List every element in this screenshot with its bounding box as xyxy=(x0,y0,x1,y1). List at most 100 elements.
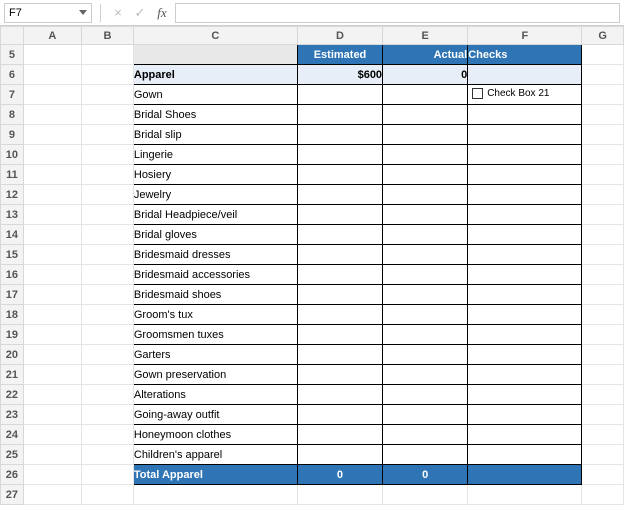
row-header[interactable]: 8 xyxy=(1,105,24,125)
cell[interactable] xyxy=(23,225,81,245)
cell[interactable] xyxy=(23,245,81,265)
cell[interactable] xyxy=(468,105,582,125)
row-header[interactable]: 15 xyxy=(1,245,24,265)
cell[interactable] xyxy=(383,205,468,225)
cell[interactable] xyxy=(81,185,133,205)
cell[interactable] xyxy=(468,185,582,205)
cell[interactable] xyxy=(297,405,382,425)
section-actual[interactable]: 0 xyxy=(383,65,468,85)
section-title[interactable]: Apparel xyxy=(133,65,297,85)
cell[interactable] xyxy=(383,265,468,285)
cell[interactable] xyxy=(383,85,468,105)
item-label[interactable]: Groomsmen tuxes xyxy=(133,325,297,345)
total-estimated[interactable]: 0 xyxy=(297,465,382,485)
item-label[interactable]: Going-away outfit xyxy=(133,405,297,425)
cell[interactable] xyxy=(383,485,468,505)
cell[interactable] xyxy=(468,325,582,345)
cell[interactable] xyxy=(81,425,133,445)
spreadsheet-grid[interactable]: A B C D E F G 5 Estimated Actual Checks … xyxy=(0,26,624,505)
cell[interactable] xyxy=(81,45,133,65)
cell[interactable] xyxy=(582,325,624,345)
cell[interactable] xyxy=(383,325,468,345)
cell[interactable] xyxy=(468,65,582,85)
cell[interactable] xyxy=(468,285,582,305)
section-estimated[interactable]: $600 xyxy=(297,65,382,85)
checks-cell[interactable]: Check Box 21 xyxy=(468,85,582,105)
cell[interactable] xyxy=(383,405,468,425)
cell[interactable] xyxy=(23,185,81,205)
cell[interactable] xyxy=(297,245,382,265)
cell[interactable] xyxy=(81,265,133,285)
cell[interactable] xyxy=(23,385,81,405)
cell[interactable] xyxy=(468,305,582,325)
cell[interactable] xyxy=(23,285,81,305)
cell[interactable] xyxy=(297,425,382,445)
row-header[interactable]: 21 xyxy=(1,365,24,385)
item-label[interactable]: Lingerie xyxy=(133,145,297,165)
select-all-corner[interactable] xyxy=(1,27,24,45)
cell[interactable] xyxy=(23,145,81,165)
header-estimated[interactable]: Estimated xyxy=(297,45,382,65)
cell[interactable] xyxy=(468,365,582,385)
row-header[interactable]: 9 xyxy=(1,125,24,145)
cell[interactable] xyxy=(582,345,624,365)
cell[interactable] xyxy=(582,205,624,225)
cell[interactable] xyxy=(23,165,81,185)
col-header[interactable]: G xyxy=(582,27,624,45)
cell[interactable] xyxy=(297,85,382,105)
cell[interactable] xyxy=(297,105,382,125)
cancel-icon[interactable]: × xyxy=(109,4,127,22)
item-label[interactable]: Bridesmaid accessories xyxy=(133,265,297,285)
row-header[interactable]: 16 xyxy=(1,265,24,285)
cell[interactable] xyxy=(23,345,81,365)
header-checks[interactable]: Checks xyxy=(468,45,582,65)
cell[interactable] xyxy=(23,305,81,325)
cell[interactable] xyxy=(23,105,81,125)
cell[interactable] xyxy=(383,245,468,265)
col-header[interactable]: A xyxy=(23,27,81,45)
cell[interactable] xyxy=(468,265,582,285)
cell[interactable] xyxy=(297,385,382,405)
cell[interactable] xyxy=(23,465,81,485)
cell[interactable] xyxy=(297,325,382,345)
cell[interactable] xyxy=(383,105,468,125)
row-header[interactable]: 6 xyxy=(1,65,24,85)
cell[interactable] xyxy=(468,445,582,465)
cell[interactable] xyxy=(468,405,582,425)
item-label[interactable]: Children's apparel xyxy=(133,445,297,465)
cell[interactable] xyxy=(582,425,624,445)
item-label[interactable]: Gown preservation xyxy=(133,365,297,385)
col-header[interactable]: C xyxy=(133,27,297,45)
row-header[interactable]: 20 xyxy=(1,345,24,365)
cell[interactable] xyxy=(582,305,624,325)
cell[interactable] xyxy=(582,65,624,85)
cell[interactable] xyxy=(468,225,582,245)
cell[interactable] xyxy=(23,205,81,225)
cell[interactable] xyxy=(582,85,624,105)
cell[interactable] xyxy=(297,285,382,305)
col-header[interactable]: B xyxy=(81,27,133,45)
row-header[interactable]: 25 xyxy=(1,445,24,465)
col-header[interactable]: F xyxy=(468,27,582,45)
row-header[interactable]: 7 xyxy=(1,85,24,105)
total-label[interactable]: Total Apparel xyxy=(133,465,297,485)
cell[interactable] xyxy=(23,425,81,445)
row-header[interactable]: 17 xyxy=(1,285,24,305)
cell[interactable] xyxy=(81,485,133,505)
cell[interactable] xyxy=(582,445,624,465)
cell[interactable] xyxy=(297,205,382,225)
cell[interactable] xyxy=(468,125,582,145)
cell[interactable] xyxy=(81,305,133,325)
row-header[interactable]: 14 xyxy=(1,225,24,245)
cell[interactable] xyxy=(81,245,133,265)
cell[interactable] xyxy=(133,485,297,505)
cell[interactable] xyxy=(81,85,133,105)
cell[interactable] xyxy=(468,145,582,165)
col-header[interactable]: D xyxy=(297,27,382,45)
cell[interactable] xyxy=(297,485,382,505)
cell[interactable] xyxy=(81,285,133,305)
cell[interactable] xyxy=(81,465,133,485)
cell[interactable] xyxy=(383,365,468,385)
name-box[interactable]: F7 xyxy=(4,3,92,23)
cell[interactable] xyxy=(582,405,624,425)
